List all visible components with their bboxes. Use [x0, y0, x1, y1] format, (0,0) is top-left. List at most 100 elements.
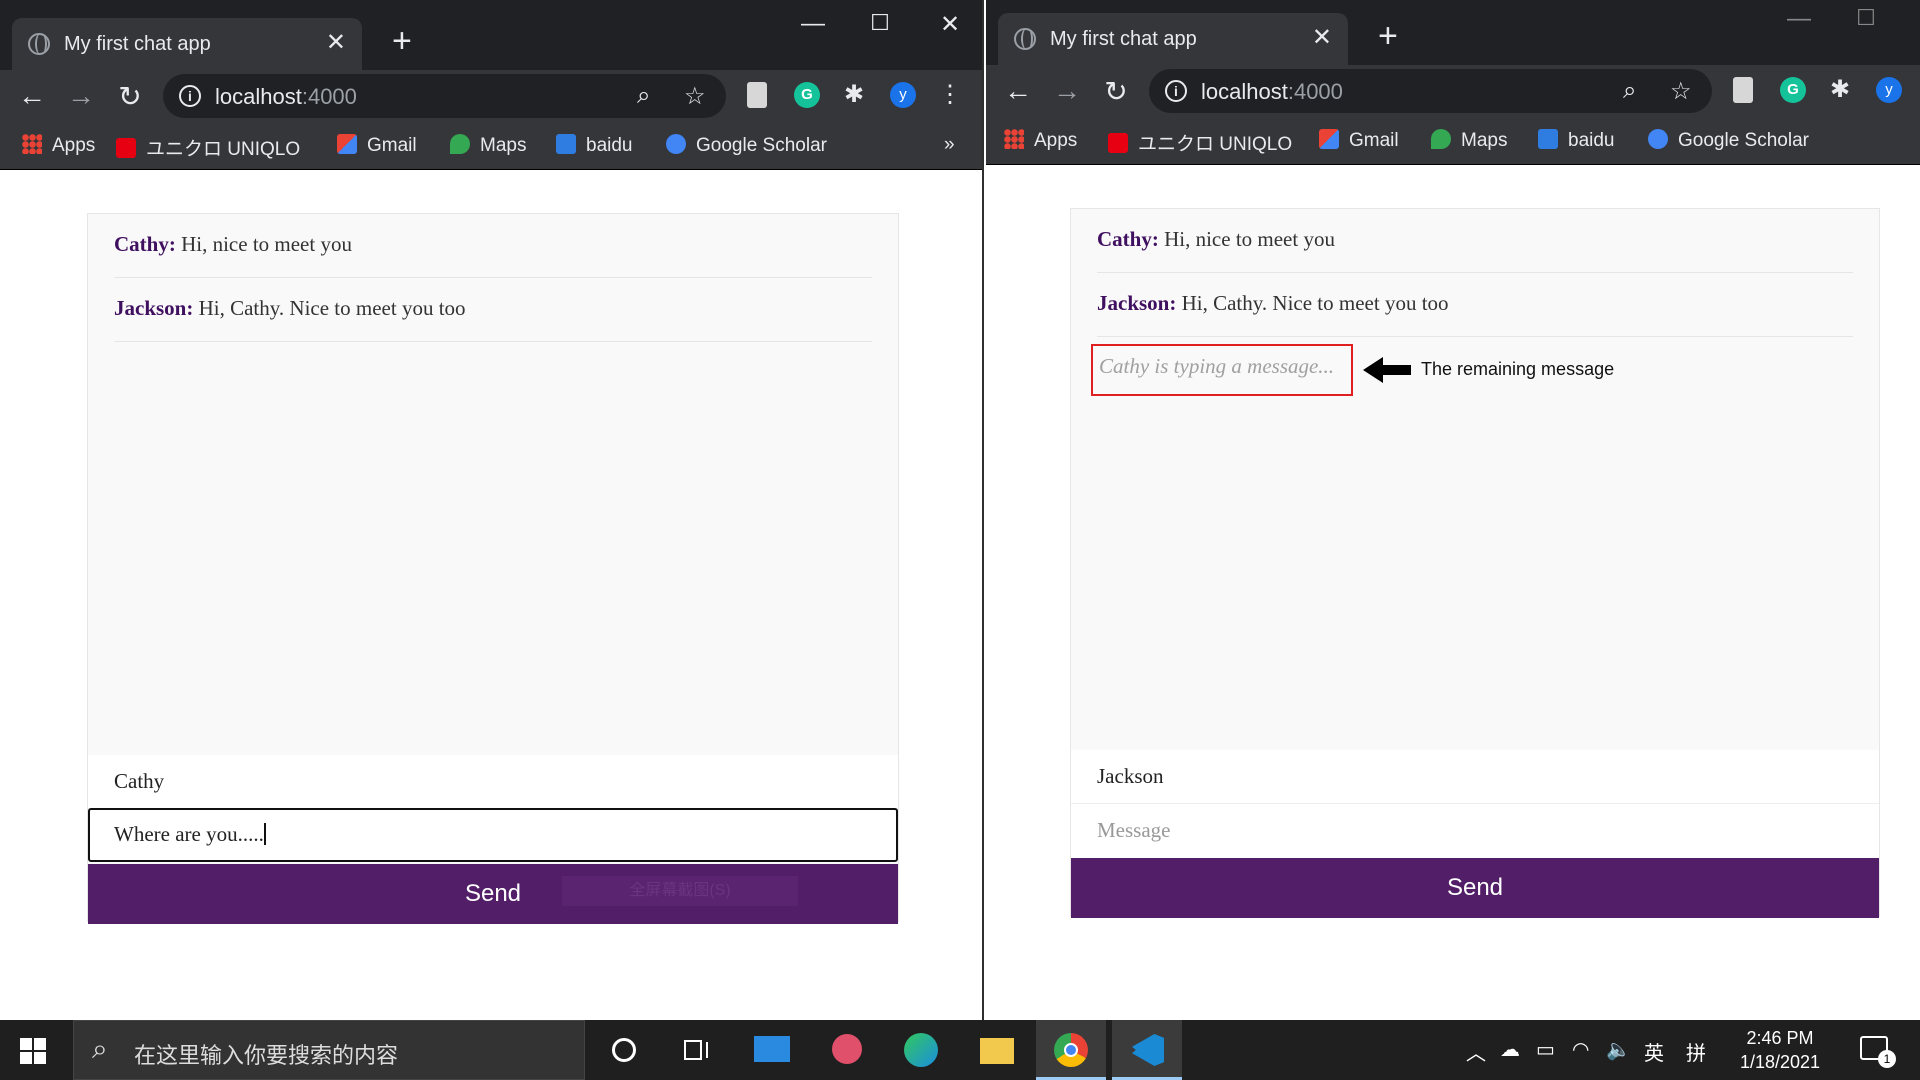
chat-message: Cathy: Hi, nice to meet you — [1097, 209, 1853, 273]
document-icon[interactable] — [1733, 77, 1753, 103]
forward-icon[interactable]: → — [1049, 75, 1085, 107]
windows-taskbar: ⌕ 在这里输入你要搜索的内容 ︿ ☁ ▭ ◠ 🔈 英 拼 2:46 PM 1/1… — [0, 1020, 1920, 1080]
message-text: Hi, nice to meet you — [175, 232, 352, 256]
file-explorer-icon[interactable] — [962, 1020, 1032, 1080]
gmail-icon — [337, 134, 357, 154]
chat-message: Jackson: Hi, Cathy. Nice to meet you too — [114, 278, 872, 342]
minimize-button[interactable]: — — [793, 10, 833, 38]
windows-start-icon[interactable] — [20, 1038, 46, 1064]
close-window-button[interactable]: ✕ — [930, 10, 970, 39]
browser-toolbar: ← → ↻ i localhost:4000 ⌕ ☆ G ✱ y ⋮ — [0, 70, 982, 122]
chevron-up-icon[interactable]: ︿ — [1466, 1037, 1486, 1066]
browser-tab[interactable]: My first chat app ✕ — [12, 18, 362, 70]
vscode-icon[interactable] — [1112, 1020, 1182, 1080]
bookmark-maps[interactable]: Maps — [450, 134, 526, 157]
edge-browser-icon[interactable] — [886, 1020, 956, 1080]
message-input[interactable]: Where are you..... — [88, 808, 898, 862]
apps-grid-icon — [1004, 129, 1024, 149]
site-info-icon[interactable]: i — [1165, 80, 1187, 102]
profile-avatar[interactable]: y — [1876, 77, 1902, 103]
bookmark-apps[interactable]: Apps — [1004, 129, 1077, 152]
name-input[interactable]: Jackson — [1071, 750, 1879, 804]
translate-icon — [1538, 129, 1558, 149]
maps-pin-icon — [450, 134, 470, 154]
grammarly-icon[interactable]: G — [794, 82, 820, 108]
address-bar[interactable]: i localhost:4000 ⌕ ☆ — [163, 74, 726, 118]
address-bar[interactable]: i localhost:4000 ⌕ ☆ — [1149, 69, 1712, 113]
send-button[interactable]: Send — [1071, 858, 1879, 918]
minimize-button[interactable]: — — [1779, 5, 1819, 33]
close-tab-icon[interactable]: ✕ — [1312, 23, 1332, 52]
globe-icon — [1014, 28, 1036, 50]
annotation-label: The remaining message — [1421, 359, 1615, 379]
bookmark-uniqlo[interactable]: ユニクロ UNIQLO — [1108, 129, 1292, 156]
maximize-button[interactable]: ☐ — [1846, 5, 1886, 31]
notification-center-icon[interactable]: 1 — [1860, 1036, 1896, 1068]
message-author: Cathy: — [1097, 227, 1159, 251]
ime-mode[interactable]: 拼 — [1686, 1037, 1706, 1066]
zoom-icon[interactable]: ⌕ — [1623, 77, 1636, 105]
volume-icon[interactable]: 🔈 — [1606, 1037, 1631, 1062]
site-info-icon[interactable]: i — [179, 85, 201, 107]
bookmark-gmail[interactable]: Gmail — [337, 134, 417, 157]
cortana-icon[interactable] — [588, 1020, 658, 1080]
mail-icon[interactable] — [738, 1020, 808, 1080]
bookmark-maps[interactable]: Maps — [1431, 129, 1507, 152]
task-view-icon[interactable] — [660, 1020, 730, 1080]
zoom-icon[interactable]: ⌕ — [637, 82, 650, 110]
clock-date: 1/18/2021 — [1739, 1052, 1821, 1072]
new-tab-button[interactable]: + — [1378, 17, 1398, 56]
taskbar-search-box[interactable]: ⌕ 在这里输入你要搜索的内容 — [73, 1020, 585, 1080]
onedrive-cloud-icon[interactable]: ☁ — [1500, 1037, 1520, 1062]
back-icon[interactable]: ← — [14, 80, 50, 112]
chat-container: Cathy: Hi, nice to meet you Jackson: Hi,… — [1070, 208, 1880, 918]
globe-icon — [28, 33, 50, 55]
extensions-puzzle-icon[interactable]: ✱ — [836, 80, 872, 109]
bookmark-uniqlo[interactable]: ユニクロ UNIQLO — [116, 134, 300, 161]
menu-kebab-icon[interactable]: ⋮ — [932, 80, 968, 109]
url-text: localhost:4000 — [215, 84, 357, 109]
message-text: Hi, Cathy. Nice to meet you too — [1176, 291, 1449, 315]
bookmark-google-scholar[interactable]: Google Scholar — [1648, 129, 1809, 152]
reload-icon[interactable]: ↻ — [1098, 75, 1134, 108]
typing-indicator: Cathy is typing a message... — [1091, 344, 1353, 396]
maps-pin-icon — [1431, 129, 1451, 149]
battery-icon[interactable]: ▭ — [1536, 1037, 1555, 1062]
profile-avatar[interactable]: y — [890, 82, 916, 108]
send-button[interactable]: Send 全屏幕截图(S) — [88, 864, 898, 924]
bookmarks-overflow-icon[interactable]: » — [944, 134, 955, 156]
message-input[interactable]: Message — [1071, 804, 1879, 858]
browser-toolbar: ← → ↻ i localhost:4000 ⌕ ☆ G ✱ y — [986, 65, 1920, 117]
bookmark-apps[interactable]: Apps — [22, 134, 95, 157]
reload-icon[interactable]: ↻ — [112, 80, 148, 113]
search-icon: ⌕ — [92, 1033, 108, 1064]
maximize-button[interactable]: ☐ — [860, 10, 900, 36]
bookmark-star-icon[interactable]: ☆ — [1670, 77, 1692, 106]
text-caret — [263, 823, 266, 845]
chat-message: Jackson: Hi, Cathy. Nice to meet you too — [1097, 273, 1853, 337]
wifi-icon[interactable]: ◠ — [1572, 1037, 1589, 1062]
browser-tab[interactable]: My first chat app ✕ — [998, 13, 1348, 65]
bookmark-baidu[interactable]: baidu — [556, 134, 633, 157]
screenshot-tooltip-ghost: 全屏幕截图(S) — [562, 876, 798, 906]
close-tab-icon[interactable]: ✕ — [326, 28, 346, 57]
name-input[interactable]: Cathy — [88, 755, 898, 809]
forward-icon[interactable]: → — [63, 80, 99, 112]
document-icon[interactable] — [747, 82, 767, 108]
chrome-icon[interactable] — [1036, 1020, 1106, 1080]
input-language[interactable]: 英 — [1644, 1037, 1664, 1066]
system-clock[interactable]: 2:46 PM 1/18/2021 — [1720, 1026, 1840, 1074]
grammarly-icon[interactable]: G — [1780, 77, 1806, 103]
extensions-puzzle-icon[interactable]: ✱ — [1822, 75, 1858, 104]
bookmark-gmail[interactable]: Gmail — [1319, 129, 1399, 152]
bookmark-baidu[interactable]: baidu — [1538, 129, 1615, 152]
new-tab-button[interactable]: + — [392, 22, 412, 61]
message-text: Hi, nice to meet you — [1158, 227, 1335, 251]
message-author: Jackson: — [114, 296, 194, 320]
message-author: Cathy: — [114, 232, 176, 256]
bookmark-google-scholar[interactable]: Google Scholar — [666, 134, 827, 157]
snip-sketch-icon[interactable] — [812, 1020, 882, 1080]
back-icon[interactable]: ← — [1000, 75, 1036, 107]
bookmark-star-icon[interactable]: ☆ — [684, 82, 706, 111]
message-author: Jackson: — [1097, 291, 1177, 315]
